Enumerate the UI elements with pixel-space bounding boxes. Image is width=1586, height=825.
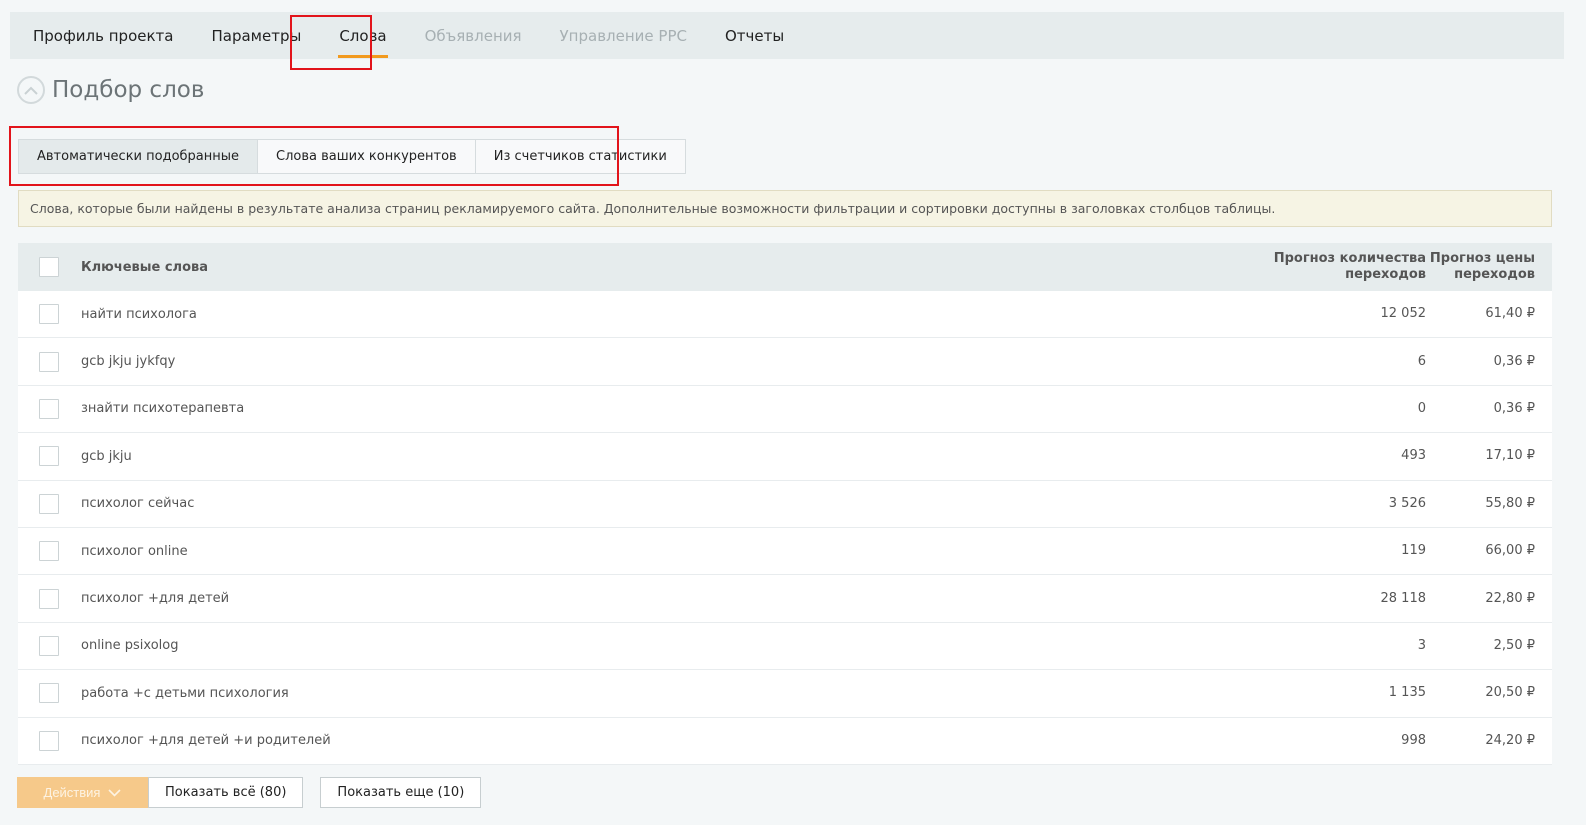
page-header: Подбор слов [17,76,204,104]
page-title: Подбор слов [52,77,205,103]
keyword-cell: психолог сейчас [81,496,195,512]
table-row[interactable]: психолог +для детей +и родителей 998 24,20… [18,718,1552,765]
table-row[interactable]: работа +с детьми психология 1 135 20,50 ₽ [18,670,1552,718]
row-checkbox[interactable] [39,446,59,467]
clicks-cell: 493 [1401,448,1426,464]
subtab-competitor-words[interactable]: Слова ваших конкурентов [257,139,476,174]
source-tabs: Автоматически подобранные Слова ваших ко… [18,139,686,174]
row-checkbox[interactable] [39,398,59,419]
table-header: Ключевые слова Прогноз количества перехо… [18,243,1552,291]
info-text: Слова, которые были найдены в результате… [30,201,1276,216]
show-more-button[interactable]: Показать еще (10) [320,777,482,808]
row-checkbox[interactable] [39,635,59,656]
clicks-cell: 0 [1417,400,1426,416]
clicks-cell: 28 118 [1380,590,1427,606]
price-cell: 24,20 ₽ [1485,732,1535,748]
header-forecast-price[interactable]: Прогноз цены переходов [1426,251,1552,283]
table-row[interactable]: психолог сейчас 3 526 55,80 ₽ [18,481,1552,528]
tab-parameters[interactable]: Параметры [192,12,320,59]
show-all-button[interactable]: Показать всё (80) [148,777,304,808]
keyword-cell: gcb jkju [81,448,132,464]
clicks-cell: 1 135 [1388,685,1426,701]
footer-actions: Действия Показать всё (80) Показать еще … [17,777,482,808]
chevron-down-icon [108,785,122,800]
row-checkbox[interactable] [39,541,59,562]
actions-label: Действия [43,785,101,800]
clicks-cell: 3 [1417,637,1426,653]
price-cell: 66,00 ₽ [1485,543,1535,559]
table-row[interactable]: психолог online 119 66,00 ₽ [18,528,1552,576]
row-checkbox[interactable] [39,351,59,372]
table-row[interactable]: gcb jkju jykfqy 6 0,36 ₽ [18,338,1552,386]
table-row[interactable]: найти психолога 12 052 61,40 ₽ [18,291,1552,339]
table-row[interactable]: gcb jkju 493 17,10 ₽ [18,433,1552,481]
tab-ads: Объявления [424,26,522,45]
clicks-cell: 12 052 [1380,306,1427,322]
row-checkbox[interactable] [39,683,59,704]
top-nav: Профиль проекта Параметры Слова Объявлен… [10,12,1564,59]
tab-project-profile[interactable]: Профиль проекта [10,12,192,59]
clicks-cell: 119 [1401,543,1426,559]
tab-ppc-management: Управление PPC [559,26,687,45]
header-keywords[interactable]: Ключевые слова [81,260,1246,275]
tab-reports[interactable]: Отчеты [706,12,803,59]
price-cell: 17,10 ₽ [1485,448,1535,464]
keyword-cell: найти психолога [81,306,197,322]
price-cell: 0,36 ₽ [1493,353,1535,369]
clicks-cell: 3 526 [1388,495,1426,511]
chevron-up-circle-icon[interactable] [17,76,45,104]
row-checkbox[interactable] [39,588,59,609]
select-all-checkbox[interactable] [39,257,59,277]
actions-dropdown-button[interactable]: Действия [17,777,148,808]
clicks-cell: 6 [1417,353,1426,369]
price-cell: 61,40 ₽ [1485,306,1535,322]
keyword-cell: психолог +для детей +и родителей [81,733,331,749]
keyword-cell: gcb jkju jykfqy [81,354,176,370]
price-cell: 2,50 ₽ [1493,637,1535,653]
row-checkbox[interactable] [39,493,59,514]
table-body: найти психолога 12 052 61,40 ₽ gcb jkju jyk… [18,291,1552,765]
info-notice: Слова, которые были найдены в результате… [18,190,1552,227]
row-checkbox[interactable] [39,304,59,325]
keyword-cell: психолог +для детей [81,591,230,607]
subtab-auto-selected[interactable]: Автоматически подобранные [18,139,259,174]
price-cell: 0,36 ₽ [1493,400,1535,416]
keyword-cell: online psixolog [81,638,179,654]
keyword-cell: работа +с детьми психология [81,685,289,701]
price-cell: 20,50 ₽ [1485,685,1535,701]
header-forecast-clicks[interactable]: Прогноз количества переходов [1246,251,1426,283]
subtab-statistics-counters[interactable]: Из счетчиков статистики [474,139,686,174]
price-cell: 22,80 ₽ [1485,590,1535,606]
row-checkbox[interactable] [39,730,59,751]
keyword-cell: знайти психотерапевта [81,401,245,417]
tab-words[interactable]: Слова [320,12,405,59]
price-cell: 55,80 ₽ [1485,495,1535,511]
clicks-cell: 998 [1401,732,1426,748]
table-row[interactable]: знайти психотерапевта 0 0,36 ₽ [18,386,1552,434]
table-row[interactable]: психолог +для детей 28 118 22,80 ₽ [18,575,1552,623]
table-row[interactable]: online psixolog 3 2,50 ₽ [18,623,1552,671]
keywords-table: Ключевые слова Прогноз количества перехо… [18,243,1552,765]
keyword-cell: психолог online [81,543,188,559]
